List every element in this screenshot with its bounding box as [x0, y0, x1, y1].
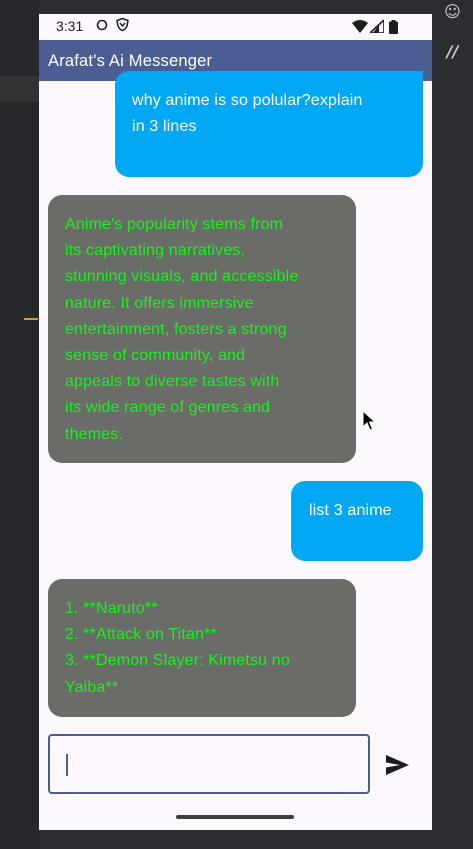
shield-icon — [115, 17, 130, 36]
message-input[interactable] — [48, 734, 370, 794]
ide-gutter-marker — [24, 318, 38, 320]
ide-left-gutter — [0, 0, 39, 849]
message-line: Anime's popularity stems from — [65, 216, 284, 233]
message-line: Yaiba** — [65, 678, 119, 696]
message-line: list 3 anime — [309, 502, 392, 519]
ide-gutter-band — [0, 76, 39, 102]
smiley-icon[interactable]: ☺ — [432, 2, 473, 21]
assistant-icon[interactable]: ∕∕ — [432, 42, 473, 61]
message-line: sense of community, and — [65, 347, 246, 365]
message-line: its captivating narratives, — [65, 242, 246, 260]
message-line: its wide range of genres and — [65, 399, 271, 417]
wifi-icon — [352, 20, 368, 38]
message-line: 2. **Attack on Titan** — [65, 626, 217, 644]
status-time: 3:31 — [56, 18, 84, 34]
message-line: 3. **Demon Slayer: Kimetsu no — [65, 652, 290, 670]
battery-icon — [389, 20, 398, 39]
notification-dot-icon — [95, 17, 109, 35]
message-line: why anime is so polular?explain — [132, 92, 363, 109]
bot-message-bubble: 1. **Naruto** 2. **Attack on Titan** 3. … — [48, 579, 356, 717]
user-message-bubble: why anime is so polular?explain in 3 lin… — [115, 71, 423, 177]
message-line: in 3 lines — [132, 118, 197, 136]
message-line: entertainment, fosters a strong — [65, 320, 287, 338]
text-caret — [66, 754, 68, 776]
send-icon — [386, 755, 409, 775]
user-message-bubble: list 3 anime — [291, 481, 423, 561]
bot-message-bubble: Anime's popularity stems from its captiv… — [48, 195, 356, 463]
mouse-pointer-icon — [362, 410, 376, 431]
app-title: Arafat's Ai Messenger — [48, 52, 213, 70]
ide-right-toolbar: ☺ ∕∕ — [432, 0, 473, 849]
message-line: stunning visuals, and accessible — [65, 268, 299, 286]
signal-icon — [367, 18, 385, 38]
send-button[interactable] — [382, 750, 412, 780]
message-line: appeals to diverse tastes with — [65, 373, 280, 391]
message-line: themes. — [65, 425, 123, 443]
gesture-nav-handle[interactable] — [176, 815, 294, 819]
status-bar: 3:31 — [39, 14, 432, 40]
message-line: 1. **Naruto** — [65, 600, 158, 617]
message-line: nature. It offers immersive — [65, 294, 254, 312]
